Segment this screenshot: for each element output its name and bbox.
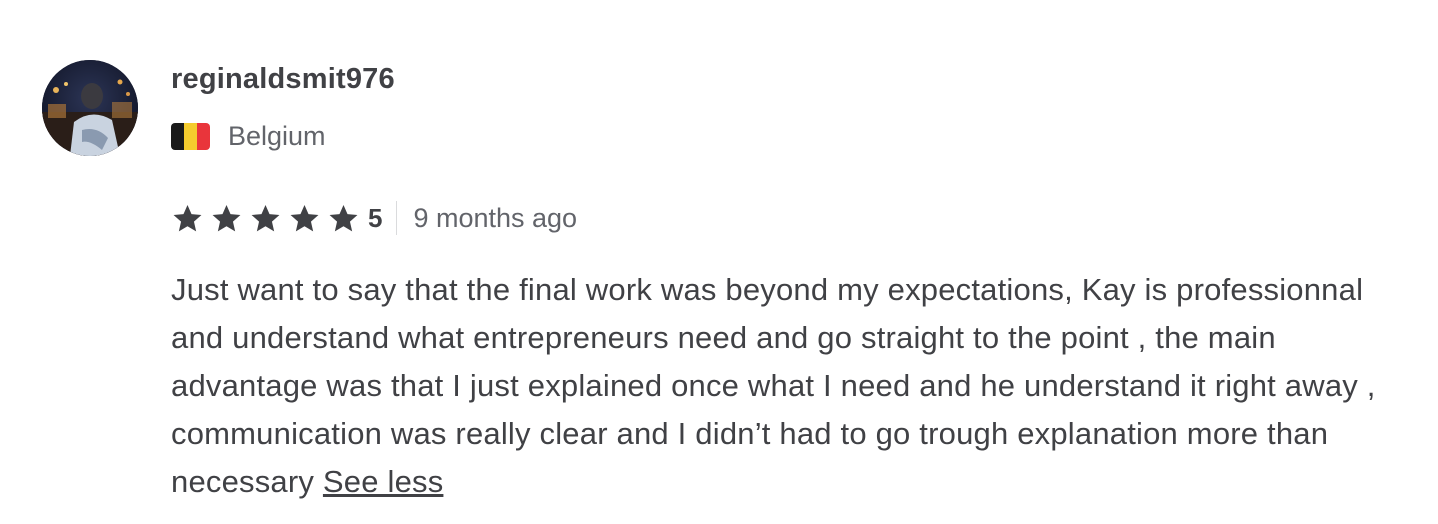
star-icon	[329, 204, 358, 231]
rating-divider	[396, 201, 398, 235]
reviewer-username[interactable]: reginaldsmit976	[171, 60, 395, 98]
avatar[interactable]	[42, 60, 138, 156]
reviewer-header: reginaldsmit976 Belgium	[171, 60, 395, 153]
belgium-flag-icon	[171, 122, 210, 150]
rating-row: 5 9 months ago	[171, 200, 577, 236]
star-icon	[212, 204, 241, 231]
star-rating	[171, 203, 366, 234]
rating-value: 5	[368, 202, 383, 233]
review-time: 9 months ago	[413, 202, 578, 233]
avatar-photo	[42, 60, 138, 156]
reviewer-country: Belgium	[228, 121, 326, 151]
review-body: Just want to say that the final work was…	[171, 266, 1411, 506]
star-icon	[251, 204, 280, 231]
star-icon	[290, 204, 319, 231]
star-icon	[173, 204, 202, 231]
see-less-link[interactable]: See less	[323, 464, 444, 499]
reviewer-country-row: Belgium	[171, 119, 395, 153]
